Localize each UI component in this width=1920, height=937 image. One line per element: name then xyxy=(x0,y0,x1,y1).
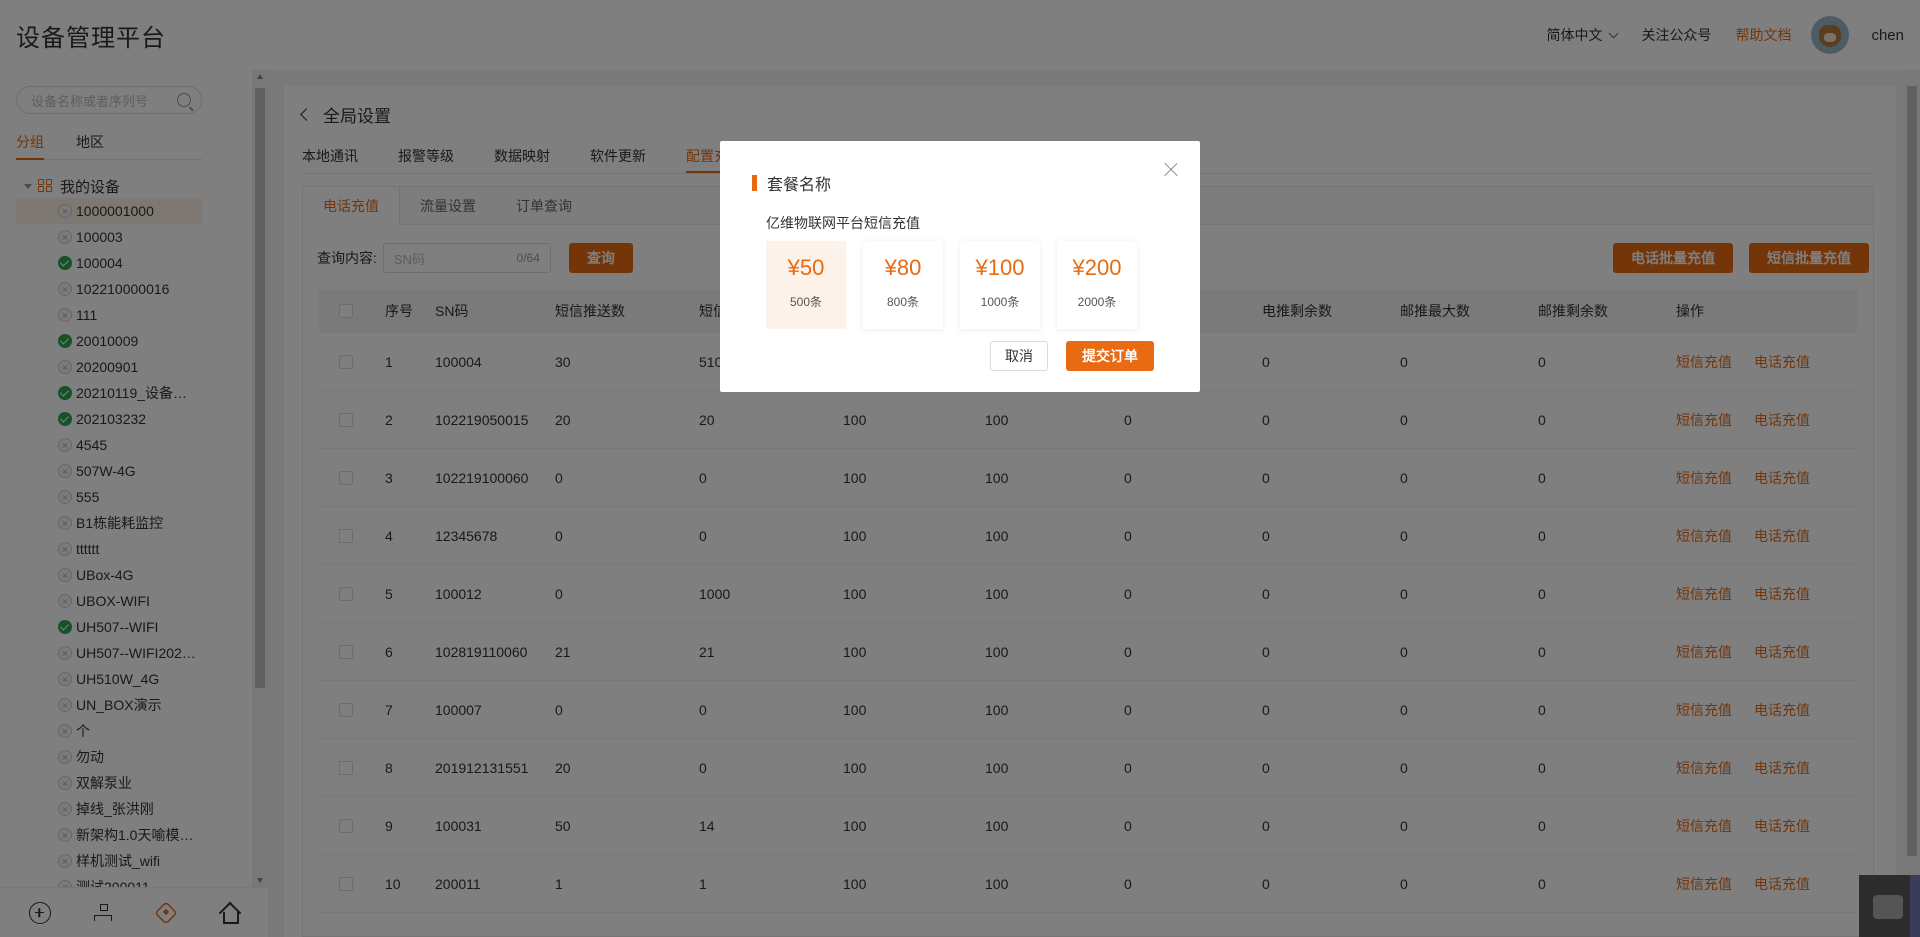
modal-title: 套餐名称 xyxy=(752,171,831,195)
package-price: ¥80 xyxy=(884,254,922,280)
cancel-button[interactable]: 取消 xyxy=(990,341,1048,371)
modal-actions: 取消 提交订单 xyxy=(990,341,1154,371)
package-modal: 套餐名称 亿维物联网平台短信充值 ¥50 500条 ¥80 800条 ¥100 1000条… xyxy=(720,141,1200,392)
package-option[interactable]: ¥200 2000条 xyxy=(1057,241,1137,329)
package-options: ¥50 500条 ¥80 800条 ¥100 1000条 ¥200 2000条 xyxy=(766,241,1154,329)
modal-subtitle: 亿维物联网平台短信充值 xyxy=(766,215,920,231)
package-quantity: 1000条 xyxy=(980,294,1020,309)
package-option[interactable]: ¥80 800条 xyxy=(863,241,943,329)
package-quantity: 2000条 xyxy=(1077,294,1117,309)
chat-icon[interactable] xyxy=(1873,895,1903,919)
package-price: ¥100 xyxy=(975,254,1025,280)
floating-chat-widget[interactable] xyxy=(1859,875,1920,937)
package-option[interactable]: ¥100 1000条 xyxy=(960,241,1040,329)
modal-title-text: 套餐名称 xyxy=(767,177,832,194)
package-option[interactable]: ¥50 500条 xyxy=(766,241,846,329)
title-accent-bar xyxy=(752,175,757,191)
package-quantity: 500条 xyxy=(789,294,823,309)
submit-order-button[interactable]: 提交订单 xyxy=(1066,341,1154,371)
package-price: ¥50 xyxy=(787,254,825,280)
package-quantity: 800条 xyxy=(886,294,920,309)
close-icon[interactable] xyxy=(1164,163,1178,177)
widget-sidebar xyxy=(1910,875,1920,937)
package-price: ¥200 xyxy=(1072,254,1122,280)
